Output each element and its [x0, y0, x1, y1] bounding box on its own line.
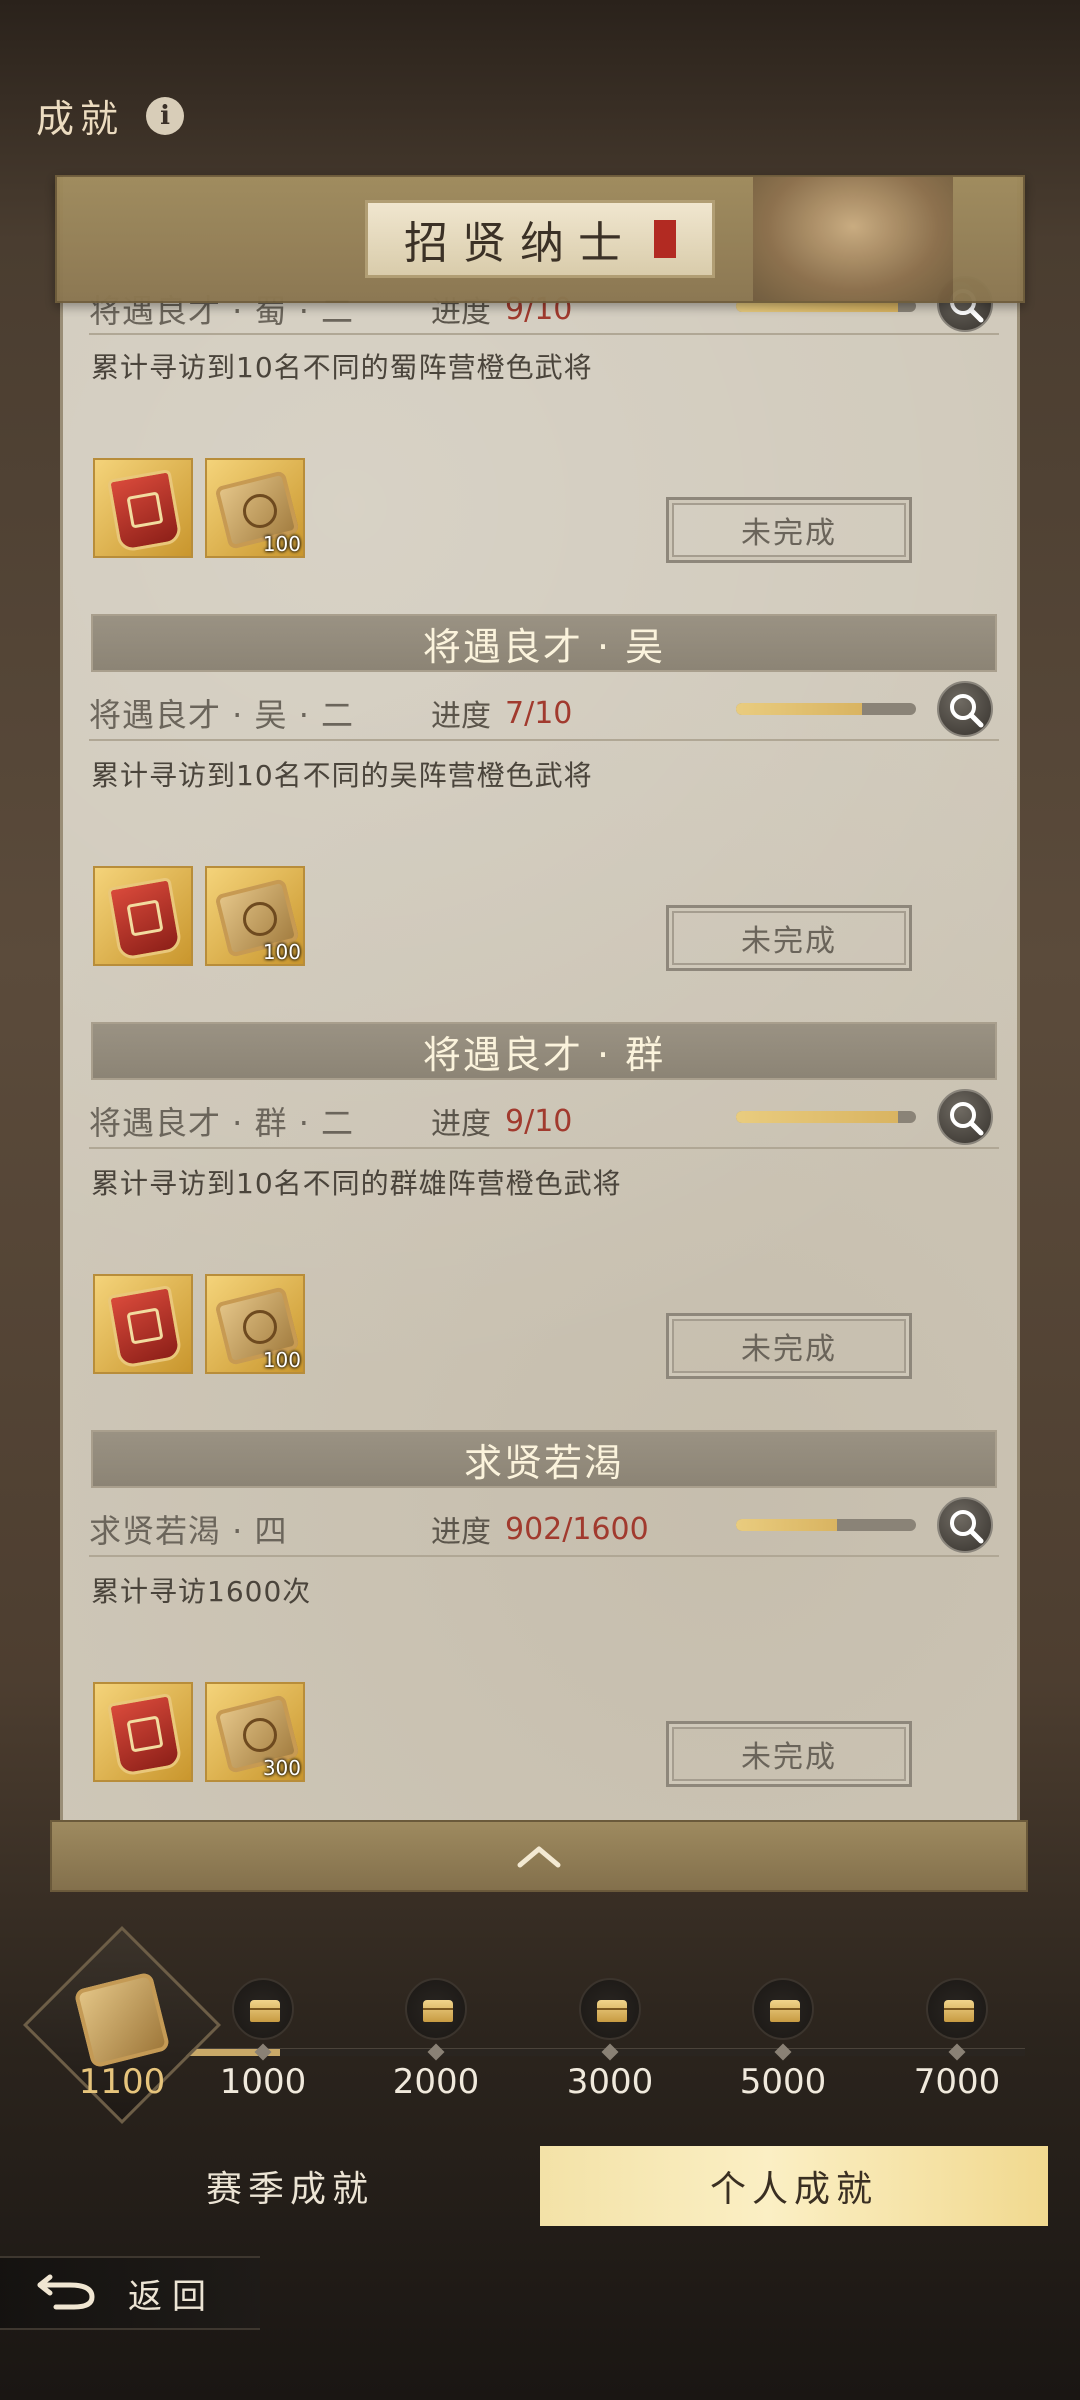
- token-reward-icon[interactable]: [93, 1274, 193, 1374]
- tab-season-achievements[interactable]: 赛季成就: [130, 2148, 450, 2224]
- milestone-tick: [254, 2043, 272, 2061]
- token-reward-icon[interactable]: [93, 1682, 193, 1782]
- status-button[interactable]: 未完成: [666, 497, 912, 563]
- scroll-reward-icon[interactable]: 100: [205, 1274, 305, 1374]
- progress-bar: [736, 1519, 916, 1531]
- chest-icon[interactable]: [579, 1978, 641, 2040]
- status-button[interactable]: 未完成: [666, 1721, 912, 1787]
- back-arrow-icon: [37, 2274, 95, 2310]
- achievement-name: 将遇良才 · 吴 · 二: [89, 696, 355, 734]
- info-icon[interactable]: i: [146, 96, 185, 135]
- achievement-description: 累计寻访到10名不同的蜀阵营橙色武将: [91, 351, 593, 384]
- reward-count: 300: [262, 1756, 301, 1780]
- search-icon[interactable]: [937, 1497, 993, 1553]
- progress-label: 进度: [431, 1107, 491, 1142]
- chest-icon[interactable]: [232, 1978, 294, 2040]
- scroll-reward-icon[interactable]: 100: [205, 458, 305, 558]
- search-icon[interactable]: [937, 1089, 993, 1145]
- progress-label: 进度: [431, 1515, 491, 1550]
- collapse-button[interactable]: [50, 1820, 1028, 1892]
- milestone-tick: [427, 2043, 445, 2061]
- panel-title: 招贤纳士: [404, 218, 636, 269]
- milestone-value: 3000: [566, 2062, 654, 2102]
- chevron-up-icon: [517, 1846, 561, 1868]
- search-icon[interactable]: [937, 681, 993, 737]
- current-points: 1100: [78, 2062, 166, 2102]
- achievement-list-panel[interactable]: 将遇良才 · 蜀 · 二 进度 9/10 累计寻访到10名不同的蜀阵营橙色武将 …: [60, 176, 1020, 1826]
- page-header: 成就 i: [36, 88, 185, 143]
- milestone-tick: [601, 2043, 619, 2061]
- divider: [89, 1147, 999, 1149]
- progress-bar: [736, 703, 916, 715]
- achievement-name: 将遇良才 · 群 · 二: [89, 1104, 355, 1142]
- progress-value: 7/10: [505, 695, 573, 731]
- milestone-tick: [948, 2043, 966, 2061]
- divider: [89, 333, 999, 335]
- achievement-name: 求贤若渴 · 四: [89, 1512, 288, 1550]
- token-reward-icon[interactable]: [93, 458, 193, 558]
- achievement-description: 累计寻访到10名不同的群雄阵营橙色武将: [91, 1167, 622, 1200]
- progress-value: 902/1600: [505, 1511, 649, 1547]
- progress-value: 9/10: [505, 1103, 573, 1139]
- section-title: 求贤若渴: [463, 1440, 624, 1485]
- divider: [89, 739, 999, 741]
- back-label: 返回: [128, 2276, 216, 2317]
- milestone-value: 1000: [219, 2062, 307, 2102]
- milestone-track: 1100 1000 2000 3000 5000 7000: [0, 1926, 1080, 2130]
- section-header: 将遇良才 · 吴: [91, 614, 997, 672]
- section-header: 求贤若渴: [91, 1430, 997, 1488]
- token-reward-icon[interactable]: [93, 866, 193, 966]
- divider: [89, 1555, 999, 1557]
- chest-icon[interactable]: [926, 1978, 988, 2040]
- chest-icon[interactable]: [405, 1978, 467, 2040]
- achievement-description: 累计寻访1600次: [91, 1575, 312, 1608]
- chest-icon[interactable]: [752, 1978, 814, 2040]
- section-title: 将遇良才 · 吴: [422, 624, 666, 669]
- tab-personal-achievements[interactable]: 个人成就: [540, 2146, 1048, 2226]
- back-button[interactable]: 返回: [0, 2256, 260, 2330]
- milestone-value: 5000: [739, 2062, 827, 2102]
- progress-bar: [736, 1111, 916, 1123]
- milestone-value: 7000: [913, 2062, 1001, 2102]
- character-portrait: [753, 177, 953, 301]
- reward-count: 100: [262, 940, 301, 964]
- milestone-value: 2000: [392, 2062, 480, 2102]
- reward-count: 100: [262, 1348, 301, 1372]
- achievement-description: 累计寻访到10名不同的吴阵营橙色武将: [91, 759, 593, 792]
- scroll-reward-icon[interactable]: 100: [205, 866, 305, 966]
- progress-label: 进度: [431, 699, 491, 734]
- reward-count: 100: [262, 532, 301, 556]
- panel-title-plaque: 招贤纳士: [365, 200, 715, 278]
- seal-icon: [654, 220, 676, 258]
- status-button[interactable]: 未完成: [666, 905, 912, 971]
- status-button[interactable]: 未完成: [666, 1313, 912, 1379]
- scroll-reward-icon[interactable]: 300: [205, 1682, 305, 1782]
- section-header: 将遇良才 · 群: [91, 1022, 997, 1080]
- section-title: 将遇良才 · 群: [422, 1032, 666, 1077]
- milestone-tick: [774, 2043, 792, 2061]
- page-title: 成就: [36, 97, 125, 141]
